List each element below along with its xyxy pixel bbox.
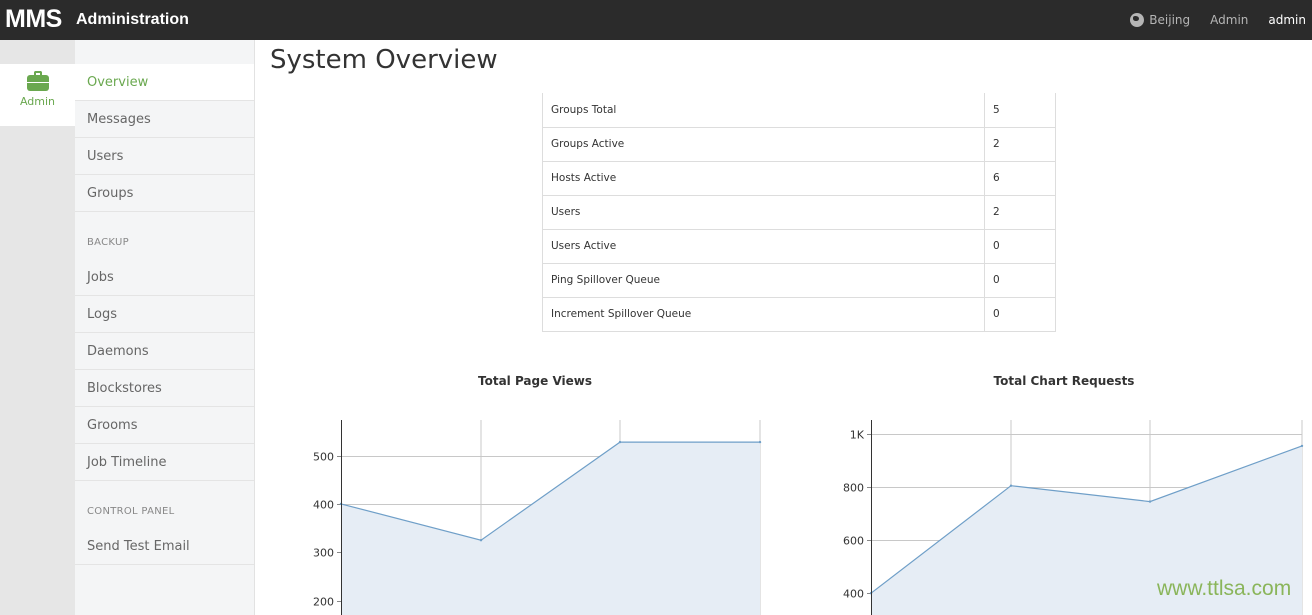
stat-label: Groups Total [542, 93, 985, 128]
sidebar-header-control-panel: CONTROL PANEL [87, 506, 175, 517]
data-point [618, 440, 622, 444]
stat-value: 2 [984, 127, 1056, 162]
stat-value: 5 [984, 93, 1056, 128]
rail-item-admin[interactable]: Admin [0, 64, 75, 126]
sidebar-item-overview[interactable]: Overview [75, 64, 254, 101]
stat-label: Increment Spillover Queue [542, 297, 985, 332]
stat-label: Users [542, 195, 985, 230]
sidebar-item-send-test-email[interactable]: Send Test Email [75, 528, 254, 565]
y-tick-label: 1K [850, 429, 865, 442]
sidebar: Overview Messages Users Groups BACKUP Jo… [75, 40, 255, 615]
stat-value: 0 [984, 263, 1056, 298]
y-tick-label: 300 [313, 547, 334, 560]
y-tick-label: 500 [313, 451, 334, 464]
stat-label: Users Active [542, 229, 985, 264]
chart-title-page-views: Total Page Views [478, 374, 592, 388]
rail-item-label: Admin [19, 95, 56, 108]
y-tick-label: 600 [843, 535, 864, 548]
user-menu[interactable]: admin [1268, 13, 1306, 27]
data-point [479, 539, 483, 542]
stat-value: 2 [984, 195, 1056, 230]
icon-rail: Admin [0, 40, 75, 615]
brand-logo[interactable]: MMS [5, 5, 62, 34]
sidebar-item-users[interactable]: Users [75, 138, 254, 175]
table-row: Ping Spillover Queue 0 [542, 263, 1056, 298]
sidebar-item-logs[interactable]: Logs [75, 296, 254, 333]
page-title: System Overview [270, 45, 498, 75]
table-row: Increment Spillover Queue 0 [542, 297, 1056, 332]
data-point [758, 440, 762, 444]
y-tick-label: 400 [313, 499, 334, 512]
stat-label: Groups Active [542, 127, 985, 162]
chart-title-chart-requests: Total Chart Requests [993, 374, 1135, 388]
sidebar-item-groups[interactable]: Groups [75, 175, 254, 212]
stat-value: 0 [984, 297, 1056, 332]
sidebar-item-messages[interactable]: Messages [75, 101, 254, 138]
sidebar-item-jobs[interactable]: Jobs [75, 259, 254, 296]
data-point [1148, 500, 1152, 503]
admin-link[interactable]: Admin [1210, 13, 1248, 27]
globe-icon [1130, 13, 1145, 27]
page-views-chart: 500 400 300 200 [313, 420, 762, 615]
sidebar-item-blockstores[interactable]: Blockstores [75, 370, 254, 407]
table-row: Users 2 [542, 195, 1056, 230]
sidebar-item-daemons[interactable]: Daemons [75, 333, 254, 370]
y-tick-label: 200 [313, 596, 334, 609]
sidebar-header-backup: BACKUP [87, 237, 129, 248]
table-row: Hosts Active 6 [542, 161, 1056, 196]
area-fill [341, 442, 760, 615]
table-row: Groups Active 2 [542, 127, 1056, 162]
watermark: www.ttlsa.com [1157, 577, 1292, 600]
stat-value: 6 [984, 161, 1056, 196]
stat-value: 0 [984, 229, 1056, 264]
data-point [1009, 484, 1013, 487]
stat-label: Ping Spillover Queue [542, 263, 985, 298]
sidebar-item-job-timeline[interactable]: Job Timeline [75, 444, 254, 481]
stat-label: Hosts Active [542, 161, 985, 196]
section-title[interactable]: Administration [76, 11, 189, 29]
y-tick-label: 400 [843, 588, 864, 601]
top-nav: Beijing Admin admin [1130, 0, 1312, 40]
sidebar-item-grooms[interactable]: Grooms [75, 407, 254, 444]
briefcase-icon [26, 71, 49, 91]
y-tick-label: 800 [843, 482, 864, 495]
location-link[interactable]: Beijing [1130, 13, 1190, 27]
top-bar: MMS Administration Beijing Admin admin [0, 0, 1312, 40]
table-row: Groups Total 5 [542, 93, 1056, 128]
data-point [1300, 444, 1304, 448]
location-label: Beijing [1149, 13, 1191, 27]
table-row: Users Active 0 [542, 229, 1056, 264]
stats-table: Groups Total 5 Groups Active 2 Hosts Activ… [542, 93, 1056, 332]
